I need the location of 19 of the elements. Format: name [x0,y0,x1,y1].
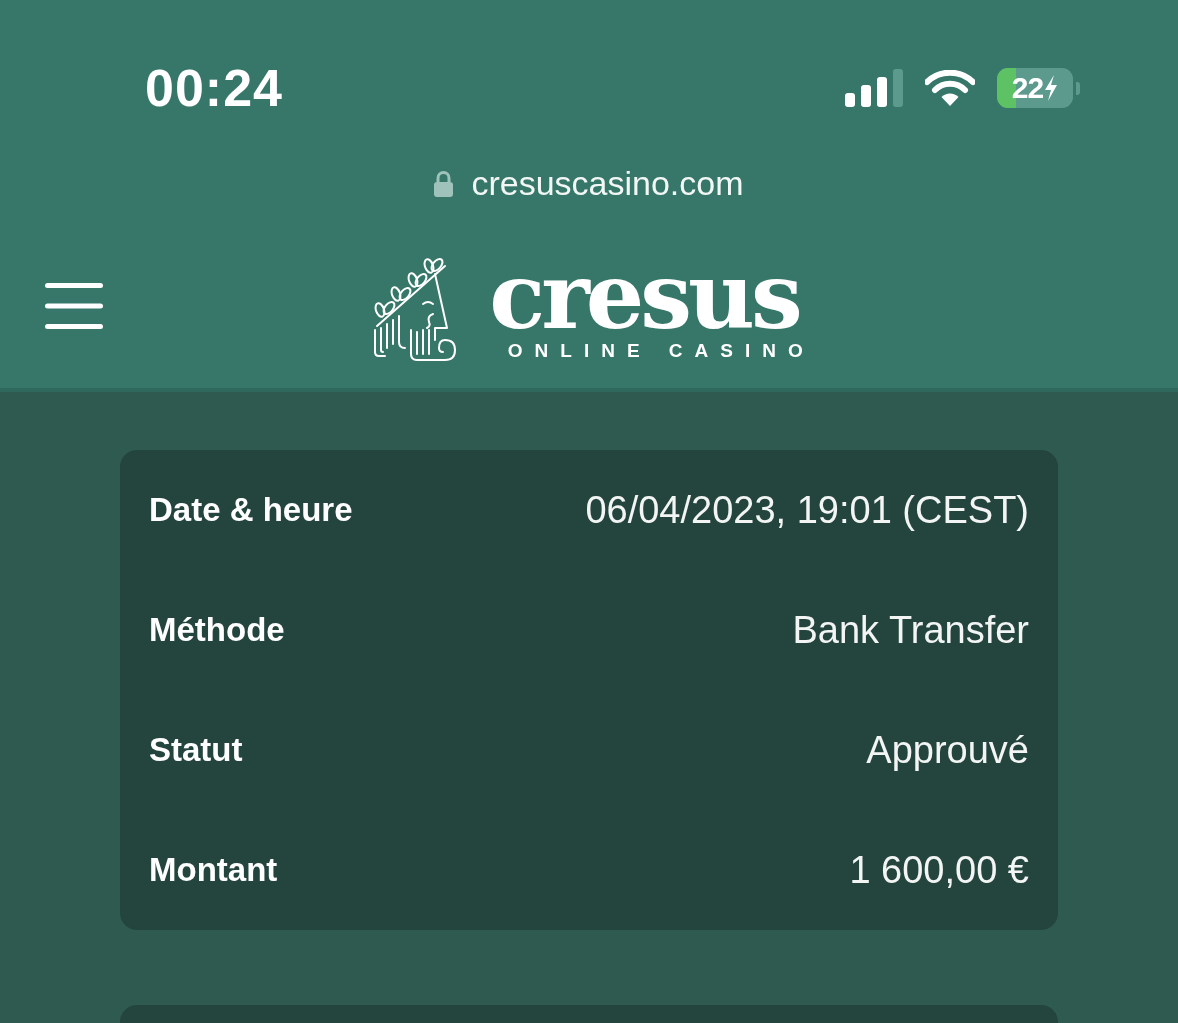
field-value: 06/04/2023, 19:01 (CEST) [585,487,1029,533]
menu-button[interactable] [45,283,103,329]
wifi-icon [925,70,975,106]
signal-icon [845,69,903,107]
field-value: Bank Transfer [792,607,1029,653]
field-value: Approuvé [866,727,1029,773]
battery-percentage: 22 [1011,73,1044,103]
url-text[interactable]: cresuscasino.com [471,166,744,200]
logo-wordmark: cresus [489,259,799,334]
field-label: Date & heure [149,490,353,531]
status-time: 00:24 [145,62,283,114]
laurel-head-icon [371,258,458,362]
field-value: 1 600,00 € [849,847,1029,893]
logo-tagline: ONLINE CASINO [507,341,815,361]
menu-icon [45,283,103,329]
field-label: Montant [149,850,278,891]
field-label: Statut [149,730,243,771]
battery-tip [1076,81,1080,95]
field-label: Méthode [149,610,285,651]
